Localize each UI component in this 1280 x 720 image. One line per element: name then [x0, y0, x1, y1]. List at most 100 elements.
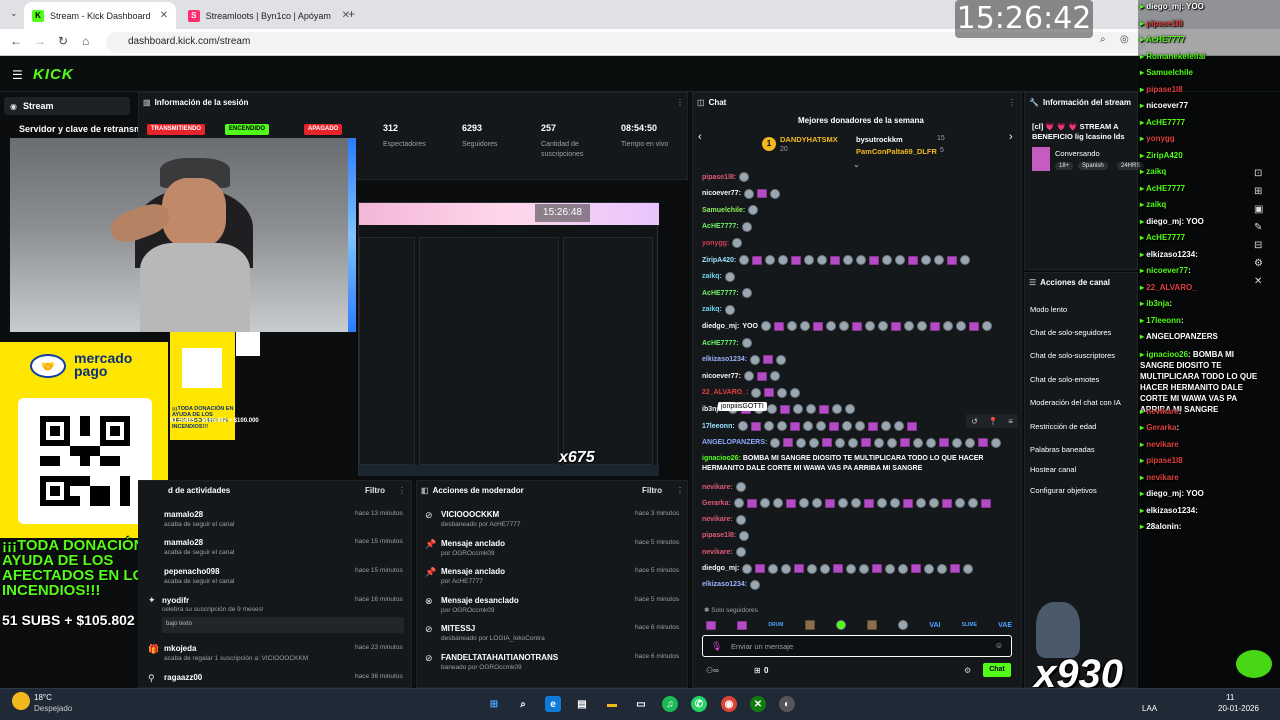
forward-icon[interactable]: →: [34, 34, 46, 48]
chat-message[interactable]: yonygg:: [702, 238, 743, 249]
chat-username[interactable]: elkizaso1234:: [702, 356, 747, 363]
chat-message[interactable]: ZiripA420:: [702, 255, 971, 265]
obs-icon[interactable]: ◐: [779, 696, 795, 712]
action-banned-words[interactable]: Palabras baneadas: [1030, 445, 1095, 454]
emote-icon[interactable]: [898, 620, 909, 630]
mod-filter[interactable]: Filtro: [642, 486, 662, 495]
chat-username[interactable]: Gerarka:: [702, 500, 731, 507]
close-tab-icon[interactable]: ✕: [160, 10, 168, 21]
tab-list-icon[interactable]: ⌄: [10, 8, 18, 19]
quick-action-icon[interactable]: ⚙: [1254, 258, 1272, 269]
chat-message[interactable]: diedgo_mj: YOO: [702, 321, 992, 332]
mod-item-name[interactable]: VICIOOOCKKM: [441, 510, 499, 519]
quick-action-icon[interactable]: ⊟: [1254, 240, 1272, 251]
taskbar-date[interactable]: 20-01-2026: [1218, 704, 1259, 713]
terminal-icon[interactable]: ▭: [633, 696, 649, 712]
chat-input[interactable]: Enviar un mensaje: [731, 642, 793, 651]
home-icon[interactable]: ⌂: [82, 34, 89, 48]
action-emotes-only[interactable]: Chat de solo-emotes: [1030, 375, 1099, 384]
donor-2-name[interactable]: bysutrockkm: [856, 135, 903, 144]
chat-message[interactable]: pipase1l8:: [702, 530, 750, 541]
tab-kick-dashboard[interactable]: K Stream - Kick Dashboard ✕: [24, 2, 176, 29]
quick-action-icon[interactable]: ▣: [1254, 204, 1272, 215]
chat-message[interactable]: AcHE7777:: [702, 338, 752, 348]
activity-filter[interactable]: Filtro: [365, 486, 385, 495]
chat-message[interactable]: Samuelchile:: [702, 205, 759, 216]
quick-action-icon[interactable]: ⊞: [1254, 186, 1272, 197]
activity-item-name[interactable]: mamalo28: [164, 510, 203, 519]
chat-message[interactable]: pipase1l8:: [702, 172, 750, 182]
folder-icon[interactable]: ▬: [604, 696, 620, 712]
chat-username[interactable]: ANGELOPANZERS:: [702, 439, 767, 446]
chat-message[interactable]: 22_ALVARO_:: [702, 387, 801, 398]
activity-more-icon[interactable]: ⋮: [398, 486, 406, 495]
emote-icon[interactable]: [804, 620, 815, 630]
chat-input-box[interactable]: 🎙 Enviar un mensaje ☺: [702, 635, 1012, 657]
tag-18[interactable]: 18+: [1055, 162, 1074, 170]
collapse-icon[interactable]: ⌄: [853, 160, 860, 169]
chat-username[interactable]: nicoever77:: [702, 373, 741, 380]
emote-drum[interactable]: DRUM: [768, 622, 783, 628]
activity-item-name[interactable]: nyodifr: [162, 596, 189, 605]
chat-message[interactable]: AcHE7777:: [702, 221, 752, 232]
pin-message-icon[interactable]: 📍: [988, 417, 998, 426]
chat-username[interactable]: zaikq:: [702, 306, 722, 313]
eye-off-icon[interactable]: ◎: [1120, 34, 1129, 45]
chat-username[interactable]: ignacioo26:: [702, 455, 741, 462]
chat-message[interactable]: zaikq:: [702, 304, 735, 315]
chat-message[interactable]: Gerarka:: [702, 498, 991, 509]
chat-username[interactable]: AcHE7777:: [702, 223, 739, 230]
tab-streamloots[interactable]: S Streamloots | Byn1co | Apóyam ✕: [180, 2, 358, 29]
emote-icon[interactable]: [866, 620, 877, 630]
users-icon[interactable]: ⚇∞: [706, 666, 719, 675]
donors-prev-icon[interactable]: ‹: [698, 131, 702, 143]
donors-next-icon[interactable]: ›: [1009, 131, 1013, 143]
action-followers-only[interactable]: Chat de solo-seguidores: [1030, 328, 1111, 337]
activity-item-name[interactable]: ragaazz00: [164, 673, 202, 682]
chat-send-button[interactable]: Chat: [983, 663, 1011, 677]
activity-item-name[interactable]: mamalo28: [164, 538, 203, 547]
donor-1-name[interactable]: DANDYHATSMX: [780, 135, 838, 144]
weather-desc[interactable]: Despejado: [34, 704, 72, 713]
mod-item-name[interactable]: Mensaje anclado: [441, 567, 505, 576]
edge-icon[interactable]: e: [545, 696, 561, 712]
quick-action-icon[interactable]: ✎: [1254, 222, 1272, 233]
chat-message[interactable]: nicoever77:: [702, 371, 780, 382]
chat-settings-icon[interactable]: ⚙: [964, 666, 971, 675]
chat-message[interactable]: nevikare:: [702, 547, 746, 558]
store-icon[interactable]: ▤: [574, 696, 590, 712]
chat-message[interactable]: nevikare:: [702, 514, 746, 525]
quick-action-icon[interactable]: ✕: [1254, 276, 1272, 287]
more-message-icon[interactable]: ≡: [1008, 417, 1013, 426]
emote-icon[interactable]: [737, 620, 748, 630]
chat-message[interactable]: diedgo_mj:: [702, 563, 974, 574]
quick-action-icon[interactable]: ⊡: [1254, 168, 1272, 179]
chat-message[interactable]: 17leeonn:: [702, 421, 917, 431]
whatsapp-icon[interactable]: ✆: [691, 696, 707, 712]
chat-message[interactable]: nevikare:: [702, 482, 746, 492]
mic-icon[interactable]: 🎙: [711, 641, 722, 652]
server-key-label[interactable]: Servidor y clave de retransm: [19, 124, 142, 134]
emote-slime[interactable]: SLIME: [962, 622, 977, 628]
chat-username[interactable]: nicoever77:: [702, 190, 741, 197]
nav-stream[interactable]: ◉ Stream: [4, 97, 130, 115]
activity-item-name[interactable]: pepenacho098: [164, 567, 220, 576]
chat-username[interactable]: diedgo_mj:: [702, 565, 739, 572]
session-more-icon[interactable]: ⋮: [676, 98, 684, 107]
emote-icon[interactable]: [835, 620, 846, 630]
spotify-icon[interactable]: ♫: [662, 696, 678, 712]
tag-spanish[interactable]: Spanish: [1078, 162, 1108, 170]
mod-item-name[interactable]: Mensaje anclado: [441, 539, 505, 548]
reply-icon[interactable]: ↺: [971, 417, 978, 426]
xbox-icon[interactable]: ✕: [750, 696, 766, 712]
windows-start-icon[interactable]: ⊞: [486, 696, 502, 712]
mod-item-name[interactable]: FANDELTATAHAITIANOTRANS: [441, 653, 558, 662]
action-host-channel[interactable]: Hostear canal: [1030, 465, 1076, 474]
action-slow-mode[interactable]: Modo lento: [1030, 305, 1067, 314]
input-language[interactable]: LAA: [1142, 704, 1157, 713]
mod-item-name[interactable]: Mensaje desanclado: [441, 596, 519, 605]
chat-username[interactable]: AcHE7777:: [702, 290, 739, 297]
weather-temp[interactable]: 18°C: [34, 693, 52, 702]
menu-icon[interactable]: ☰: [12, 68, 23, 82]
chat-username[interactable]: 17leeonn:: [702, 423, 735, 430]
